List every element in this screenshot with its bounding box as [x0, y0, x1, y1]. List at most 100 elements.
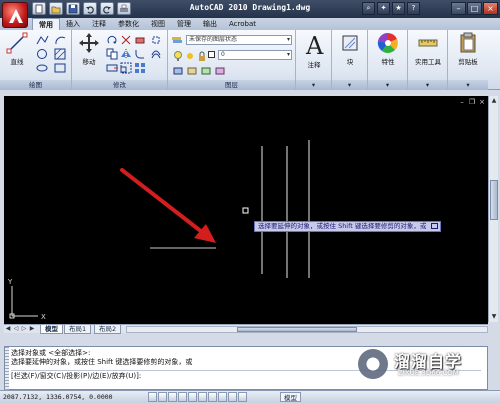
- modify-panel-label[interactable]: 修改: [72, 80, 167, 90]
- trim-icon[interactable]: [120, 34, 133, 46]
- layer-color-swatch[interactable]: [208, 51, 215, 58]
- vertical-scrollbar[interactable]: ▲ ▼: [488, 96, 498, 322]
- minimize-icon[interactable]: –: [451, 2, 466, 15]
- prev-tab-icon[interactable]: ◁: [12, 325, 20, 333]
- next-tab-icon[interactable]: ▷: [20, 325, 28, 333]
- save-icon[interactable]: [66, 2, 80, 15]
- text-a-icon: A: [305, 32, 324, 58]
- layer-tool-1-icon[interactable]: [172, 65, 185, 77]
- first-tab-icon[interactable]: ◀: [4, 325, 12, 333]
- grid-toggle-icon[interactable]: [158, 392, 167, 402]
- layer-tool-4-icon[interactable]: [214, 65, 227, 77]
- favorites-star-icon[interactable]: ★: [392, 2, 405, 15]
- polyline-icon[interactable]: [36, 34, 49, 46]
- close-icon[interactable]: ×: [483, 2, 498, 15]
- command-window-grip[interactable]: [5, 347, 9, 391]
- model-space-button[interactable]: 模型: [280, 392, 301, 402]
- layer-tool-2-icon[interactable]: [186, 65, 199, 77]
- properties-panel-dropdown[interactable]: ▾: [368, 80, 407, 90]
- help-icon[interactable]: ?: [407, 2, 420, 15]
- layer-state-dropdown[interactable]: 未保存的图层状态: [186, 35, 292, 45]
- last-tab-icon[interactable]: ▶: [28, 325, 36, 333]
- move-label: 移动: [82, 58, 96, 66]
- ellipse-icon[interactable]: [36, 62, 49, 74]
- redo-icon[interactable]: [100, 2, 114, 15]
- polar-toggle-icon[interactable]: [178, 392, 187, 402]
- drawing-geometry[interactable]: Y X: [4, 96, 488, 324]
- block-button[interactable]: 块: [335, 32, 365, 66]
- scroll-up-icon[interactable]: ▲: [490, 97, 498, 105]
- utilities-panel-dropdown[interactable]: ▾: [408, 80, 447, 90]
- tab-annotate[interactable]: 注释: [86, 18, 112, 30]
- ducs-toggle-icon[interactable]: [208, 392, 217, 402]
- tab-manage[interactable]: 管理: [171, 18, 197, 30]
- osnap-toggle-icon[interactable]: [188, 392, 197, 402]
- otrack-toggle-icon[interactable]: [198, 392, 207, 402]
- layers-panel-label[interactable]: 图层: [168, 80, 295, 90]
- dyn-toggle-icon[interactable]: [218, 392, 227, 402]
- new-file-icon[interactable]: [32, 2, 46, 15]
- clipboard-panel: 剪贴板 ▾: [448, 30, 488, 90]
- clipboard-icon: [460, 32, 476, 53]
- command-window[interactable]: 选择对象或 <全部选择>: 选择要延伸的对象，或按住 Shift 键选择要修剪的…: [4, 346, 488, 391]
- tab-view[interactable]: 视图: [145, 18, 171, 30]
- tab-layout2[interactable]: 布局2: [94, 325, 122, 334]
- search-icon[interactable]: ⌕: [362, 2, 375, 15]
- autocad-a-logo-icon[interactable]: [2, 2, 28, 28]
- ortho-toggle-icon[interactable]: [168, 392, 177, 402]
- hatch-icon[interactable]: [54, 48, 67, 60]
- cursor-coordinates[interactable]: 2087.7132, 1336.0754, 0.0000: [3, 393, 113, 401]
- horizontal-scroll-thumb[interactable]: [237, 327, 357, 332]
- clipboard-panel-dropdown[interactable]: ▾: [448, 80, 488, 90]
- tab-output[interactable]: 输出: [197, 18, 223, 30]
- current-layer-dropdown[interactable]: 0: [218, 50, 292, 60]
- block-panel-dropdown[interactable]: ▾: [332, 80, 367, 90]
- properties-panel: 特性 ▾: [368, 30, 408, 90]
- draw-panel-label[interactable]: 绘图: [0, 80, 71, 90]
- copy-icon[interactable]: [106, 48, 119, 60]
- undo-icon[interactable]: [83, 2, 97, 15]
- tab-home[interactable]: 常用: [32, 18, 60, 30]
- block-panel: 块 ▾: [332, 30, 368, 90]
- erase-icon[interactable]: [134, 34, 147, 46]
- array-icon[interactable]: [134, 62, 147, 74]
- line-button[interactable]: 直线: [2, 32, 32, 66]
- print-icon[interactable]: [117, 2, 131, 15]
- properties-button[interactable]: 特性: [373, 32, 403, 66]
- utilities-button[interactable]: 实用工具: [413, 32, 443, 66]
- tab-layout1[interactable]: 布局1: [64, 325, 92, 334]
- scale-icon[interactable]: [120, 62, 133, 74]
- annotation-label: 注释: [307, 61, 321, 69]
- quick-properties-toggle-icon[interactable]: [238, 392, 247, 402]
- mirror-icon[interactable]: [120, 48, 133, 60]
- tab-insert[interactable]: 插入: [60, 18, 86, 30]
- lineweight-toggle-icon[interactable]: [228, 392, 237, 402]
- offset-icon[interactable]: [150, 48, 163, 60]
- explode-icon[interactable]: [150, 34, 163, 46]
- scroll-down-icon[interactable]: ▼: [490, 313, 498, 321]
- command-prompt-input[interactable]: [栏选(F)/窗交(C)/投影(P)/边(E)/放弃(U)]:: [11, 370, 481, 381]
- annotation-button[interactable]: A 注释: [299, 32, 329, 69]
- tab-model[interactable]: 模型: [40, 325, 63, 334]
- move-button[interactable]: 移动: [74, 32, 104, 66]
- tab-acrobat[interactable]: Acrobat: [223, 18, 262, 30]
- rectangle-icon[interactable]: [54, 62, 67, 74]
- fillet-icon[interactable]: [134, 48, 147, 60]
- vertical-scroll-thumb[interactable]: [490, 180, 498, 220]
- tooltip-options-icon[interactable]: [431, 223, 439, 229]
- layer-properties-icon[interactable]: [171, 34, 184, 46]
- communication-center-icon[interactable]: ✦: [377, 2, 390, 15]
- tab-parametric[interactable]: 参数化: [112, 18, 145, 30]
- rotate-icon[interactable]: [106, 34, 119, 46]
- open-file-icon[interactable]: [49, 2, 63, 15]
- arc-icon[interactable]: [54, 34, 67, 46]
- drawing-canvas[interactable]: – ❐ × Y X 选择要延伸的对象，或按住 Shift 键选择要修剪的对象，或: [4, 96, 488, 324]
- clipboard-button[interactable]: 剪贴板: [453, 32, 483, 66]
- maximize-icon[interactable]: □: [467, 2, 482, 15]
- horizontal-scrollbar[interactable]: [126, 326, 488, 333]
- annotation-panel-dropdown[interactable]: ▾: [296, 80, 331, 90]
- stretch-icon[interactable]: [106, 62, 119, 74]
- snap-toggle-icon[interactable]: [148, 392, 157, 402]
- layer-tool-3-icon[interactable]: [200, 65, 213, 77]
- circle-icon[interactable]: [36, 48, 49, 60]
